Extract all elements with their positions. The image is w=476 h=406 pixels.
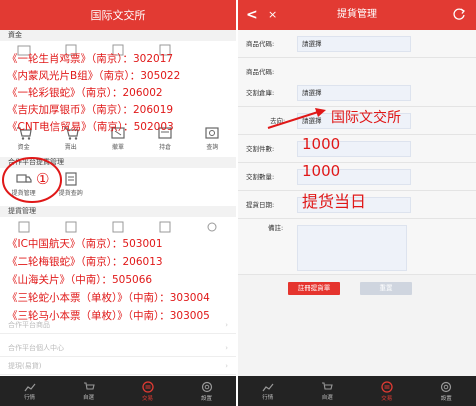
bottom-nav: 行情 自選 交易 設置 [0,376,236,406]
doc-icon [159,221,171,233]
arrow-annotation-text: 国际文交所 [331,110,401,126]
section-platform: 合作平台提貨管理 [0,157,236,168]
trade-item-label: 撤單 [111,144,124,151]
list-item-label: 合作平台個人中心 [8,344,64,352]
annotation-line: 《吉庆加厚银币》（南京）：206019 [7,104,174,116]
annotation-line: 《CNT电信贸易》（南京）：502003 [7,121,174,133]
nav-watchlist[interactable]: 自選 [59,376,118,406]
annotation-line: 《三轮蛇小本票（单枚）》（中南）：303004 [7,292,210,304]
trade-item-label: 賣出 [64,144,77,151]
list-item[interactable]: 提現(易貸) › [0,358,236,375]
annotation-line: 《IC中国航天》（南京）：503001 [7,238,163,250]
query-icon [205,127,219,139]
cart-icon [83,381,95,390]
pickup-item[interactable] [94,221,141,233]
pickup-item[interactable] [47,221,94,233]
trade-icon [141,380,154,393]
doc-icon [18,221,30,233]
form-row-product-code: 商品代碼: 請選擇 [238,30,476,58]
nav-settings[interactable]: 設置 [417,376,476,406]
section-pickup: 提貨管理 [0,206,236,217]
product-code-label: 商品代碼: [246,40,275,48]
nav-label: 自選 [321,394,333,401]
nav-label: 設置 [200,395,212,402]
cart-icon [322,381,333,390]
close-button[interactable]: × [268,0,277,30]
section-funds: 資金 [0,30,236,41]
remark-label: 備註: [268,224,284,232]
doc-icon [112,221,124,233]
refresh-icon[interactable] [452,7,466,21]
destination-label: 去向: [270,117,286,125]
product-code-select[interactable]: 請選擇 [297,36,411,52]
settings-icon [201,381,212,392]
doc-icon [65,221,77,233]
warehouse-select[interactable]: 請選擇 [297,85,411,101]
trade-item-label: 資金 [17,144,30,151]
qty-annotation: 1000 [302,162,341,180]
qty-label: 交割數量: [246,173,275,181]
platform-item-label: 提貨查詢 [58,190,83,197]
form-row-remark: 備註: [238,219,476,275]
annotation-line: 《二轮梅银蛇》（南京）：206013 [7,256,163,268]
pickup-item[interactable] [189,221,236,233]
bottom-nav: 行情 自選 交易 設置 [238,376,476,406]
annotation-line: 《内蒙风光片B组》（南京）：305022 [7,70,181,82]
nav-settings[interactable]: 設置 [177,376,236,406]
date-annotation: 提货当日 [302,192,367,211]
warehouse-label: 交割倉庫: [246,89,275,97]
funds-item[interactable] [189,44,236,56]
list-icon [65,172,77,186]
chart-icon [262,383,274,391]
list-item[interactable]: 合作平台個人中心 › [0,340,236,357]
pickup-item[interactable] [142,221,189,233]
nav-label: 交易 [381,395,393,402]
remark-textarea[interactable] [297,225,407,271]
settings-icon [441,381,452,392]
app-title: 国际文交所 [90,9,146,22]
nav-label: 交易 [141,395,153,402]
pickup-query-button[interactable]: 提貨查詢 [47,172,94,197]
nav-label: 設置 [440,395,452,402]
nav-label: 自選 [82,394,94,401]
nav-label: 行情 [23,394,35,401]
form-row-warehouse: 交割倉庫: 請選擇 [238,79,476,107]
pickup-header: 提貨管理 < × [238,0,476,30]
submit-button[interactable]: 註冊提貨單 [288,282,340,295]
list-item-label: 提現(易貸) [8,362,42,370]
chevron-right-icon: › [225,344,228,352]
annotation-line: 《山海关片》（中南）：505066 [7,274,153,286]
circle-number: ① [36,170,50,188]
form-row-count: 交割件數: [238,135,476,163]
trade-item-label: 持倉 [159,144,172,151]
nav-market[interactable]: 行情 [0,376,59,406]
back-button[interactable]: < [246,0,258,30]
count-annotation: 1000 [302,135,341,153]
nav-trade[interactable]: 交易 [357,376,417,406]
count-label: 交割件數: [246,145,275,153]
nav-label: 行情 [262,394,274,401]
nav-trade[interactable]: 交易 [118,376,177,406]
pickup-item[interactable] [0,221,47,233]
pickup-icon-row [0,221,236,233]
annotation-line: 《一轮彩银蛇》（南京）：206002 [7,87,163,99]
platform-item-label: 提貨管理 [11,190,36,197]
date-label: 提貨日期: [246,201,275,209]
nav-market[interactable]: 行情 [238,376,298,406]
chevron-right-icon: › [225,362,228,370]
chevron-right-icon: › [225,321,228,329]
trade-icon [381,380,393,393]
query-icon [207,222,217,232]
chart-icon [24,383,35,391]
trade-item-label: 查詢 [206,144,219,151]
annotation-line: 《三轮马小本票（单枚）》（中南）：303005 [7,310,210,322]
form-row-qty: 交割數量: [238,163,476,191]
annotation-line: 《一轮生肖鸡票》（南京）：302017 [7,53,174,65]
trade-item-query[interactable]: 查詢 [189,126,236,151]
truck-icon [15,174,32,183]
app-header: 国际文交所 [0,0,236,30]
reset-button[interactable]: 重置 [360,282,412,295]
nav-watchlist[interactable]: 自選 [298,376,358,406]
